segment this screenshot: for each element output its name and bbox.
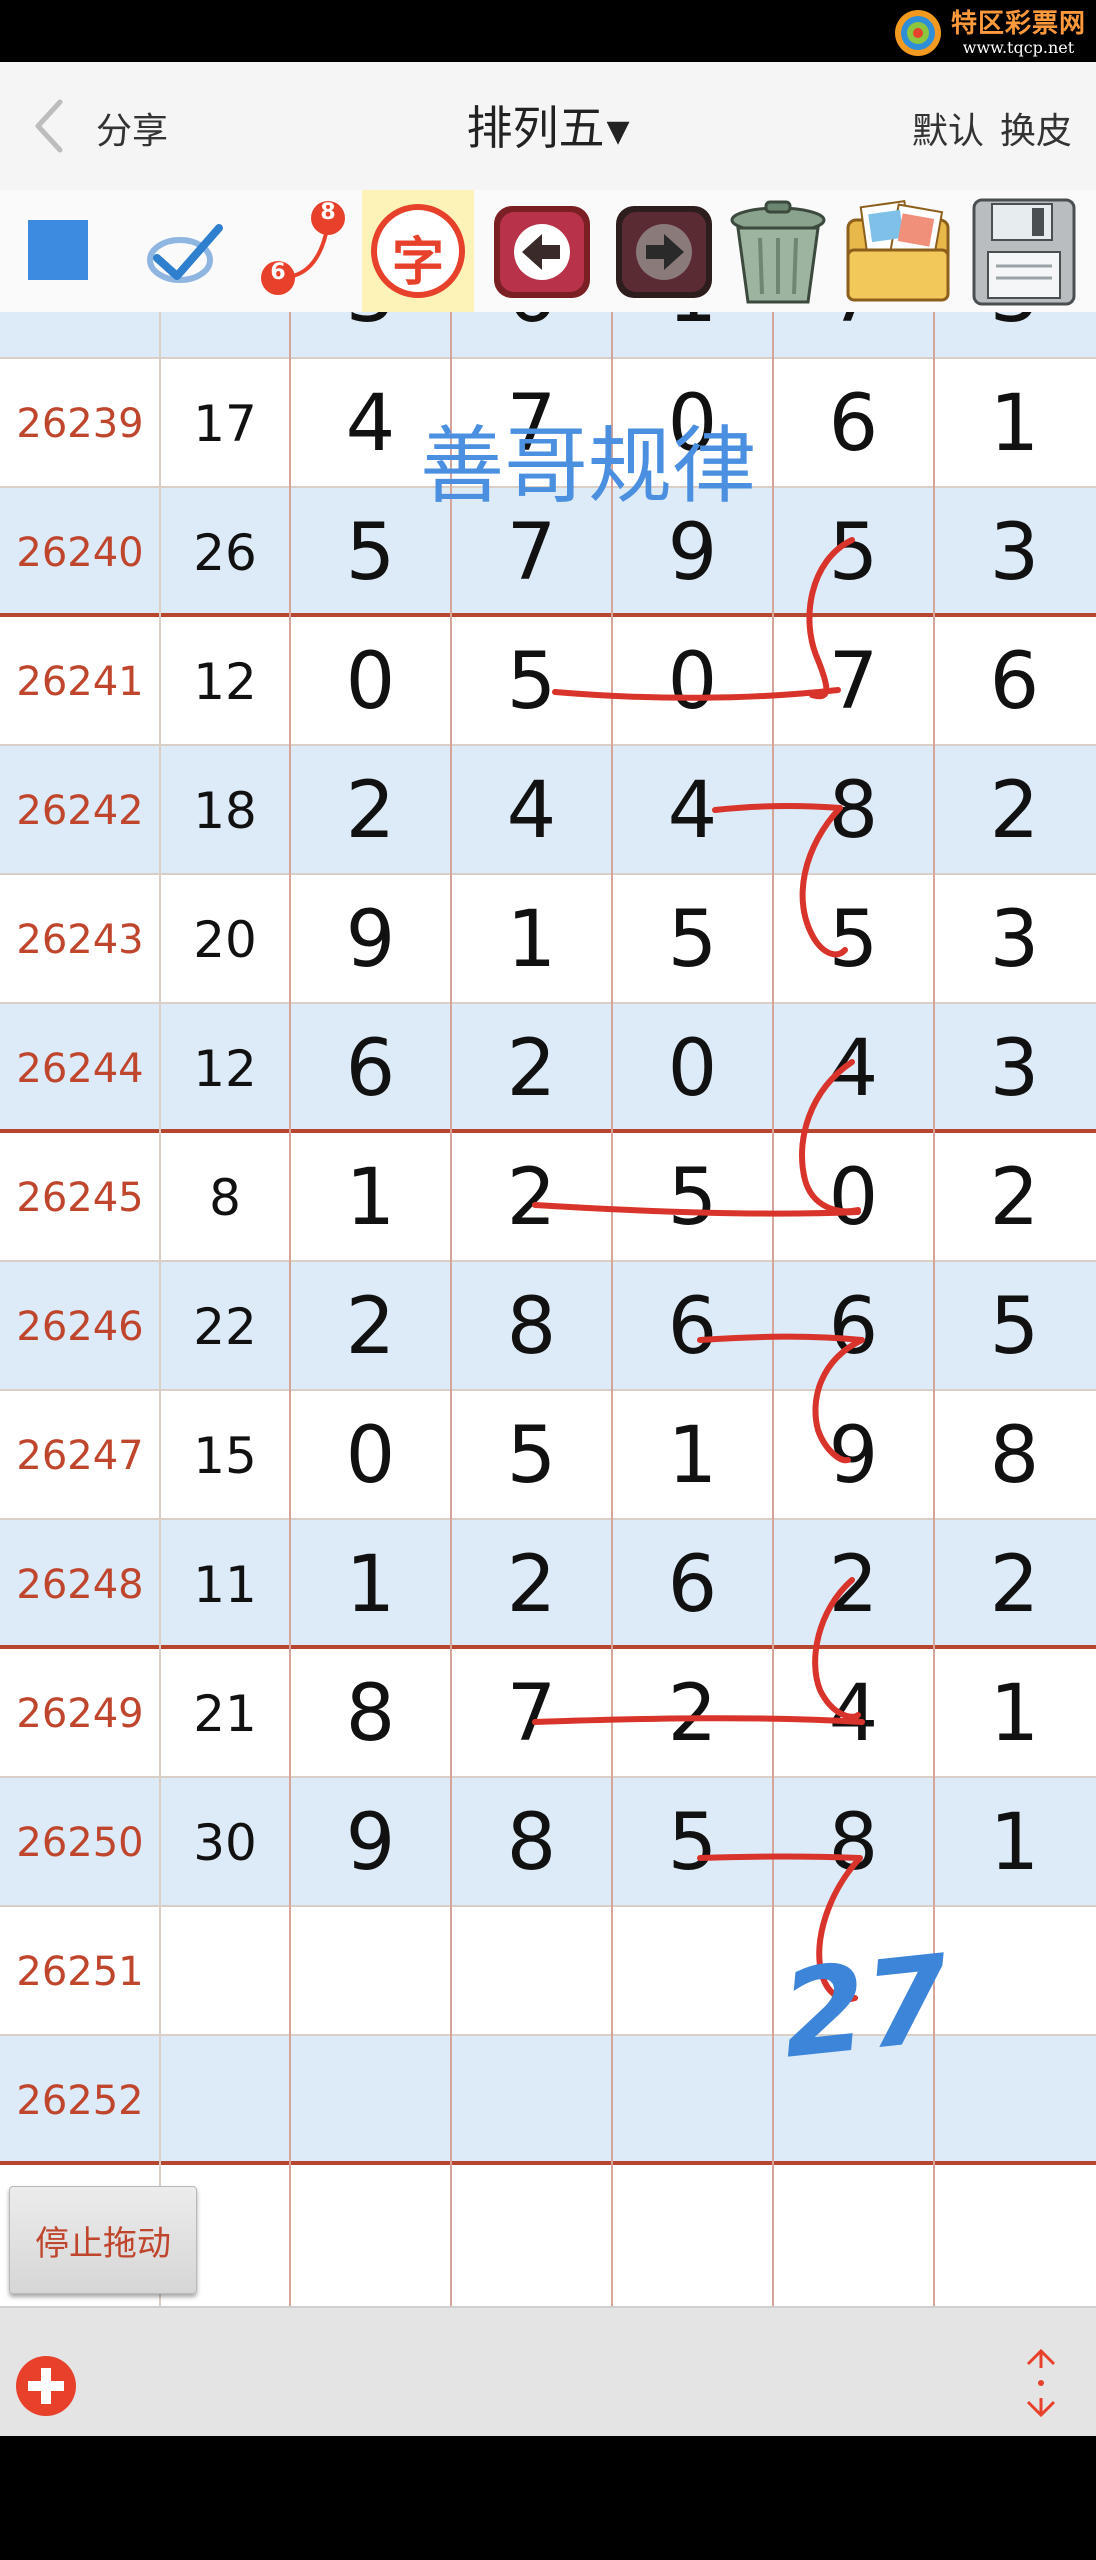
handwritten-note: 27: [775, 1930, 956, 2086]
annotation-title: 善哥规律: [420, 417, 756, 515]
red-stroke: [799, 1059, 861, 1215]
red-stroke: [712, 802, 848, 958]
red-stroke: [812, 1577, 861, 1720]
red-stroke: [532, 1715, 865, 1725]
red-pattern-strokes: [532, 537, 865, 2002]
red-stroke: [806, 537, 855, 700]
red-stroke: [532, 1202, 861, 1217]
navigation-bar-area: [0, 2436, 1096, 2560]
expand-vertical-icon[interactable]: [1016, 2346, 1066, 2420]
red-stroke: [552, 687, 841, 701]
add-circle-icon[interactable]: [14, 2354, 78, 2418]
red-stroke: [697, 1333, 865, 1464]
drawing-overlay: 善哥规律 27: [420, 417, 957, 2086]
bottom-bar: [0, 2306, 1096, 2436]
